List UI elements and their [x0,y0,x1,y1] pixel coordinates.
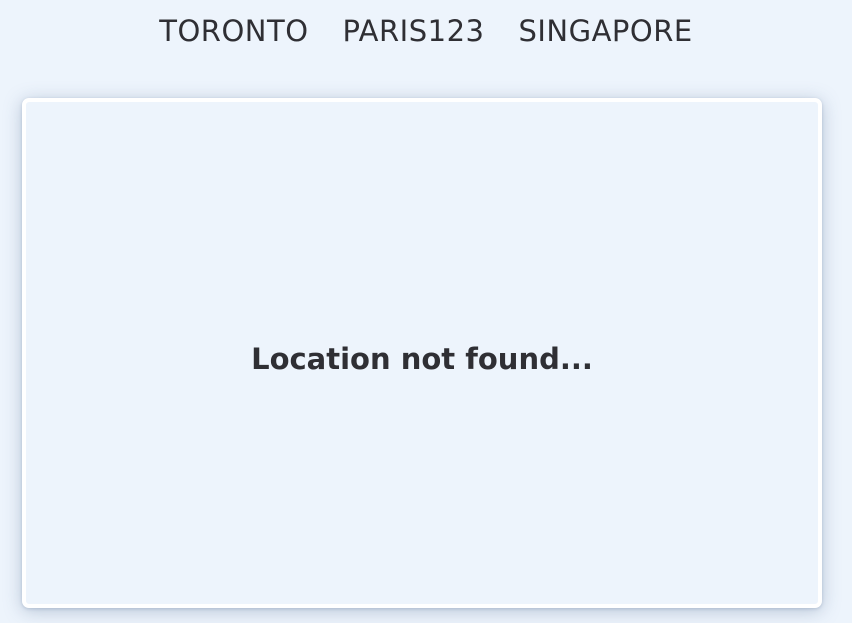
city-nav: TORONTO PARIS123 SINGAPORE [0,12,852,50]
status-message: Location not found... [251,342,593,376]
city-link-paris123[interactable]: PARIS123 [343,12,485,50]
city-link-singapore[interactable]: SINGAPORE [518,12,692,50]
weather-card: Location not found... [22,98,822,608]
city-link-toronto[interactable]: TORONTO [159,12,308,50]
